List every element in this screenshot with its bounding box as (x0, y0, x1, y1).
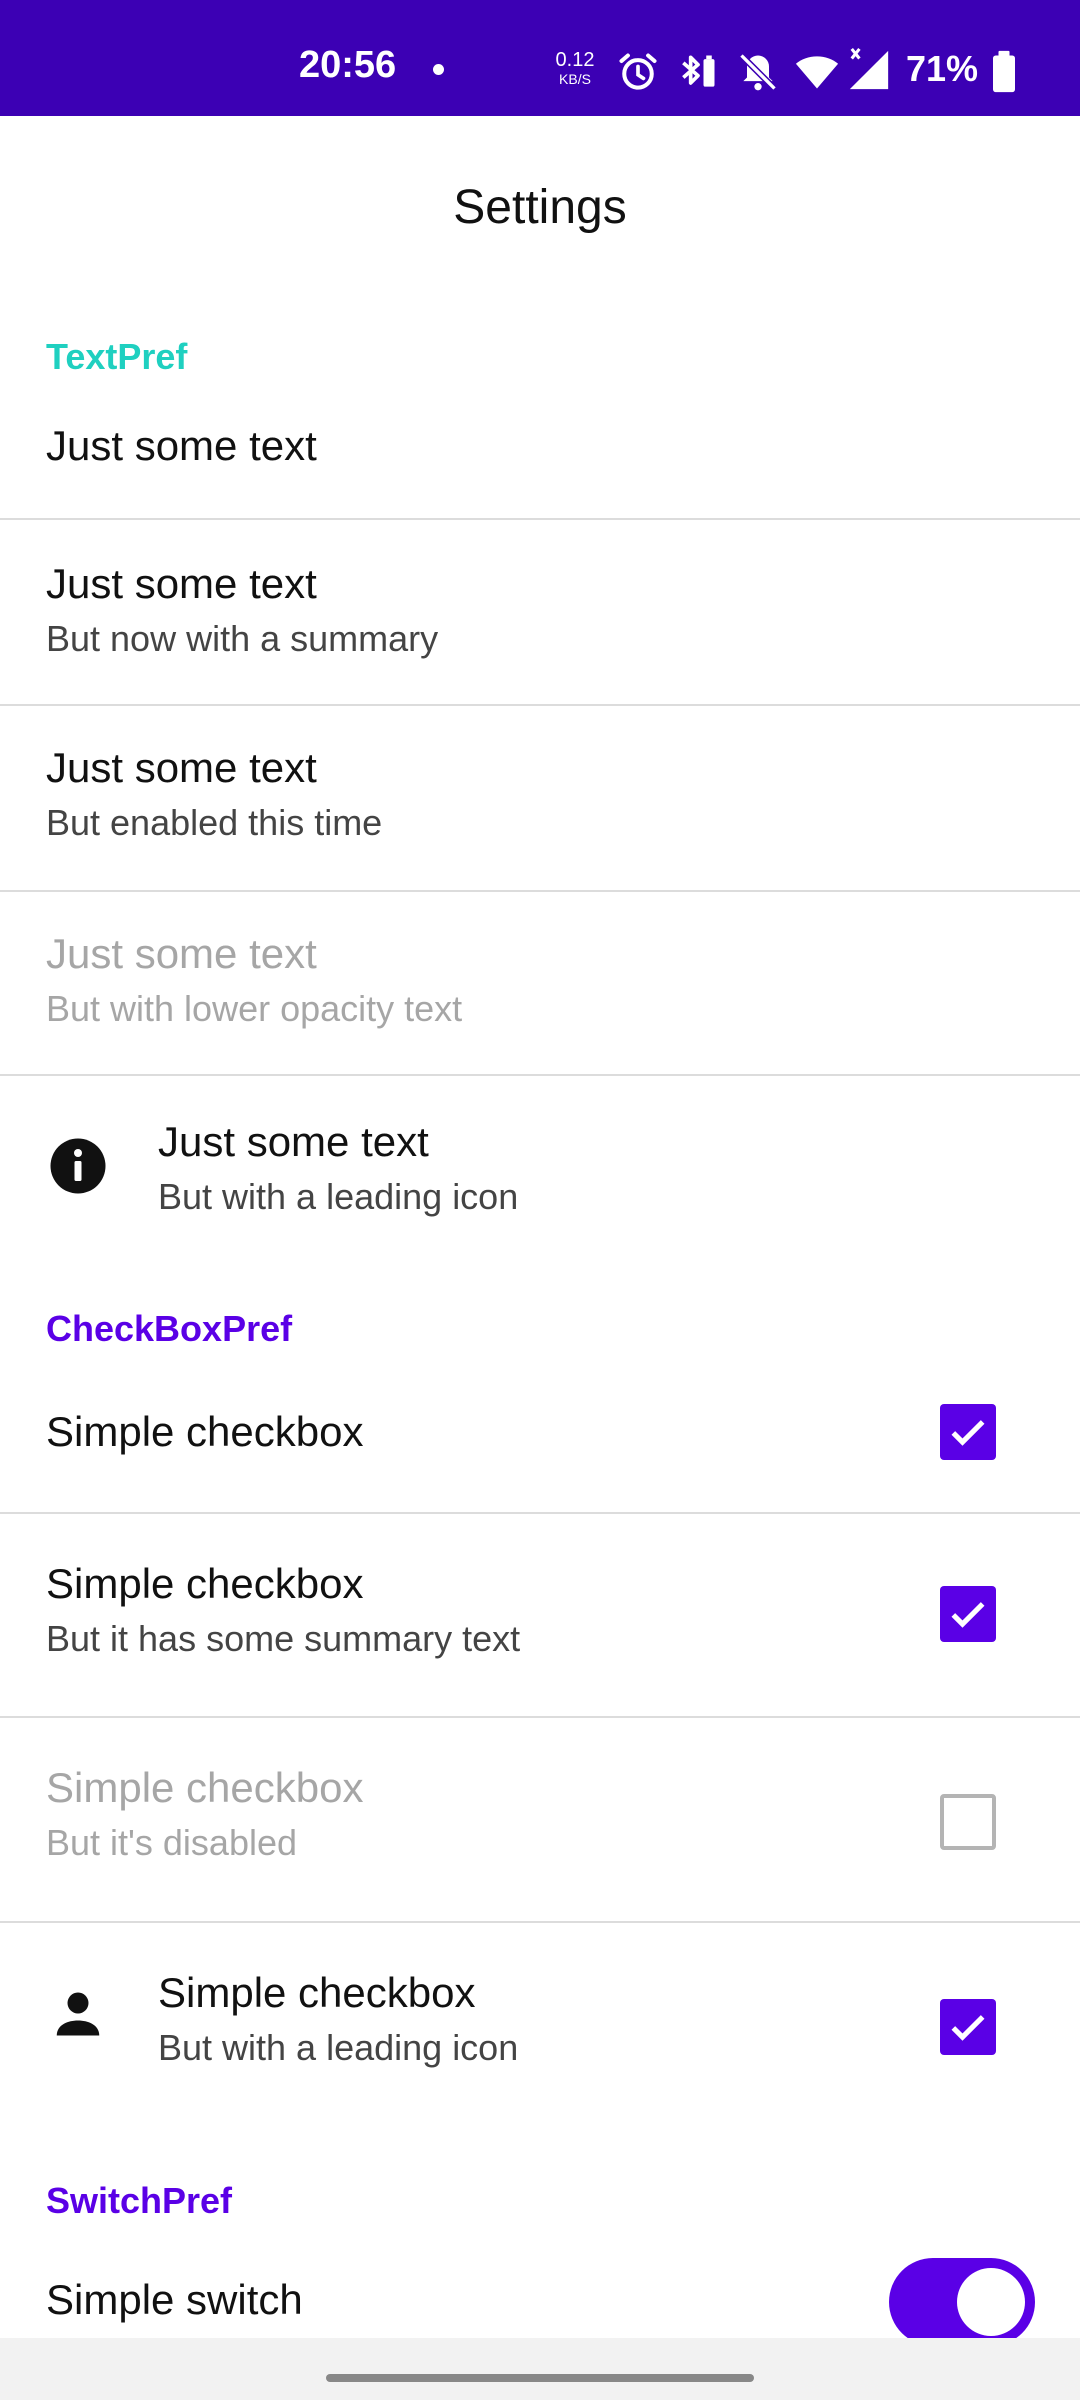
section-header-switchpref: SwitchPref (46, 2180, 233, 2221)
switch-pref-item[interactable]: Simple switch (0, 2236, 1080, 2338)
checkbox-checked[interactable] (940, 1586, 996, 1642)
wifi-icon (794, 50, 840, 99)
checkbox-pref-item-with-icon[interactable]: Simple checkbox But with a leading icon (0, 1923, 1080, 2123)
bluetooth-battery-icon (676, 50, 720, 99)
battery-percent: 71% (906, 48, 979, 89)
text-pref-summary: But with lower opacity text (46, 988, 463, 1029)
network-speed-value: 0.12 (555, 49, 595, 71)
section-header-textpref: TextPref (46, 336, 188, 377)
text-pref-summary: But now with a summary (46, 618, 439, 659)
checkbox-unchecked (940, 1794, 996, 1850)
switch-on[interactable] (889, 2258, 1035, 2338)
network-speed-unit: KB/S (559, 71, 591, 87)
checkbox-checked[interactable] (940, 1999, 996, 2055)
battery-icon (990, 50, 1018, 99)
switch-pref-title: Simple switch (46, 2276, 303, 2323)
text-pref-item[interactable]: Just some text But now with a summary (0, 520, 1080, 704)
checkbox-pref-summary: But it has some summary text (46, 1618, 521, 1659)
checkbox-pref-summary: But it's disabled (46, 1822, 298, 1863)
text-pref-item-disabled: Just some text But with lower opacity te… (0, 892, 1080, 1074)
navigation-bar (0, 2338, 1080, 2400)
text-pref-title: Just some text (46, 422, 317, 469)
checkbox-pref-title: Simple checkbox (46, 1408, 364, 1455)
page-title: Settings (453, 181, 627, 234)
text-pref-item[interactable]: Just some text But enabled this time (0, 706, 1080, 890)
text-pref-title: Just some text (46, 560, 317, 607)
text-pref-item-with-icon[interactable]: Just some text But with a leading icon (0, 1076, 1080, 1260)
text-pref-title: Just some text (158, 1118, 429, 1165)
status-time: 20:56 (299, 44, 397, 86)
settings-list[interactable]: TextPref Just some text Just some text B… (0, 296, 1080, 2338)
text-pref-summary: But with a leading icon (158, 1176, 519, 1217)
checkbox-pref-title: Simple checkbox (158, 1969, 476, 2016)
checkbox-checked[interactable] (940, 1404, 996, 1460)
status-bar: 20:56 0.12 KB/S 71% (0, 0, 1080, 116)
person-icon (48, 1983, 108, 2048)
text-pref-title: Just some text (46, 744, 317, 791)
signal-icon (846, 46, 892, 99)
gesture-handle[interactable] (326, 2374, 754, 2382)
checkbox-pref-item-disabled: Simple checkbox But it's disabled (0, 1718, 1080, 1920)
info-icon (48, 1136, 108, 1201)
checkbox-pref-title: Simple checkbox (46, 1560, 364, 1607)
app-bar: Settings (0, 116, 1080, 296)
checkbox-pref-title: Simple checkbox (46, 1764, 364, 1811)
checkbox-pref-item[interactable]: Simple checkbox But it has some summary … (0, 1514, 1080, 1714)
notifications-off-icon (736, 50, 780, 99)
section-header-checkboxpref: CheckBoxPref (46, 1308, 293, 1349)
switch-thumb (957, 2268, 1025, 2336)
checkbox-pref-summary: But with a leading icon (158, 2027, 519, 2068)
text-pref-title: Just some text (46, 930, 317, 977)
network-speed: 0.12 KB/S (550, 50, 600, 86)
alarm-icon (616, 50, 660, 99)
checkbox-pref-item[interactable]: Simple checkbox (0, 1362, 1080, 1512)
text-pref-item[interactable]: Just some text (0, 392, 1080, 514)
text-pref-summary: But enabled this time (46, 802, 383, 843)
notification-dot-icon (433, 64, 444, 75)
